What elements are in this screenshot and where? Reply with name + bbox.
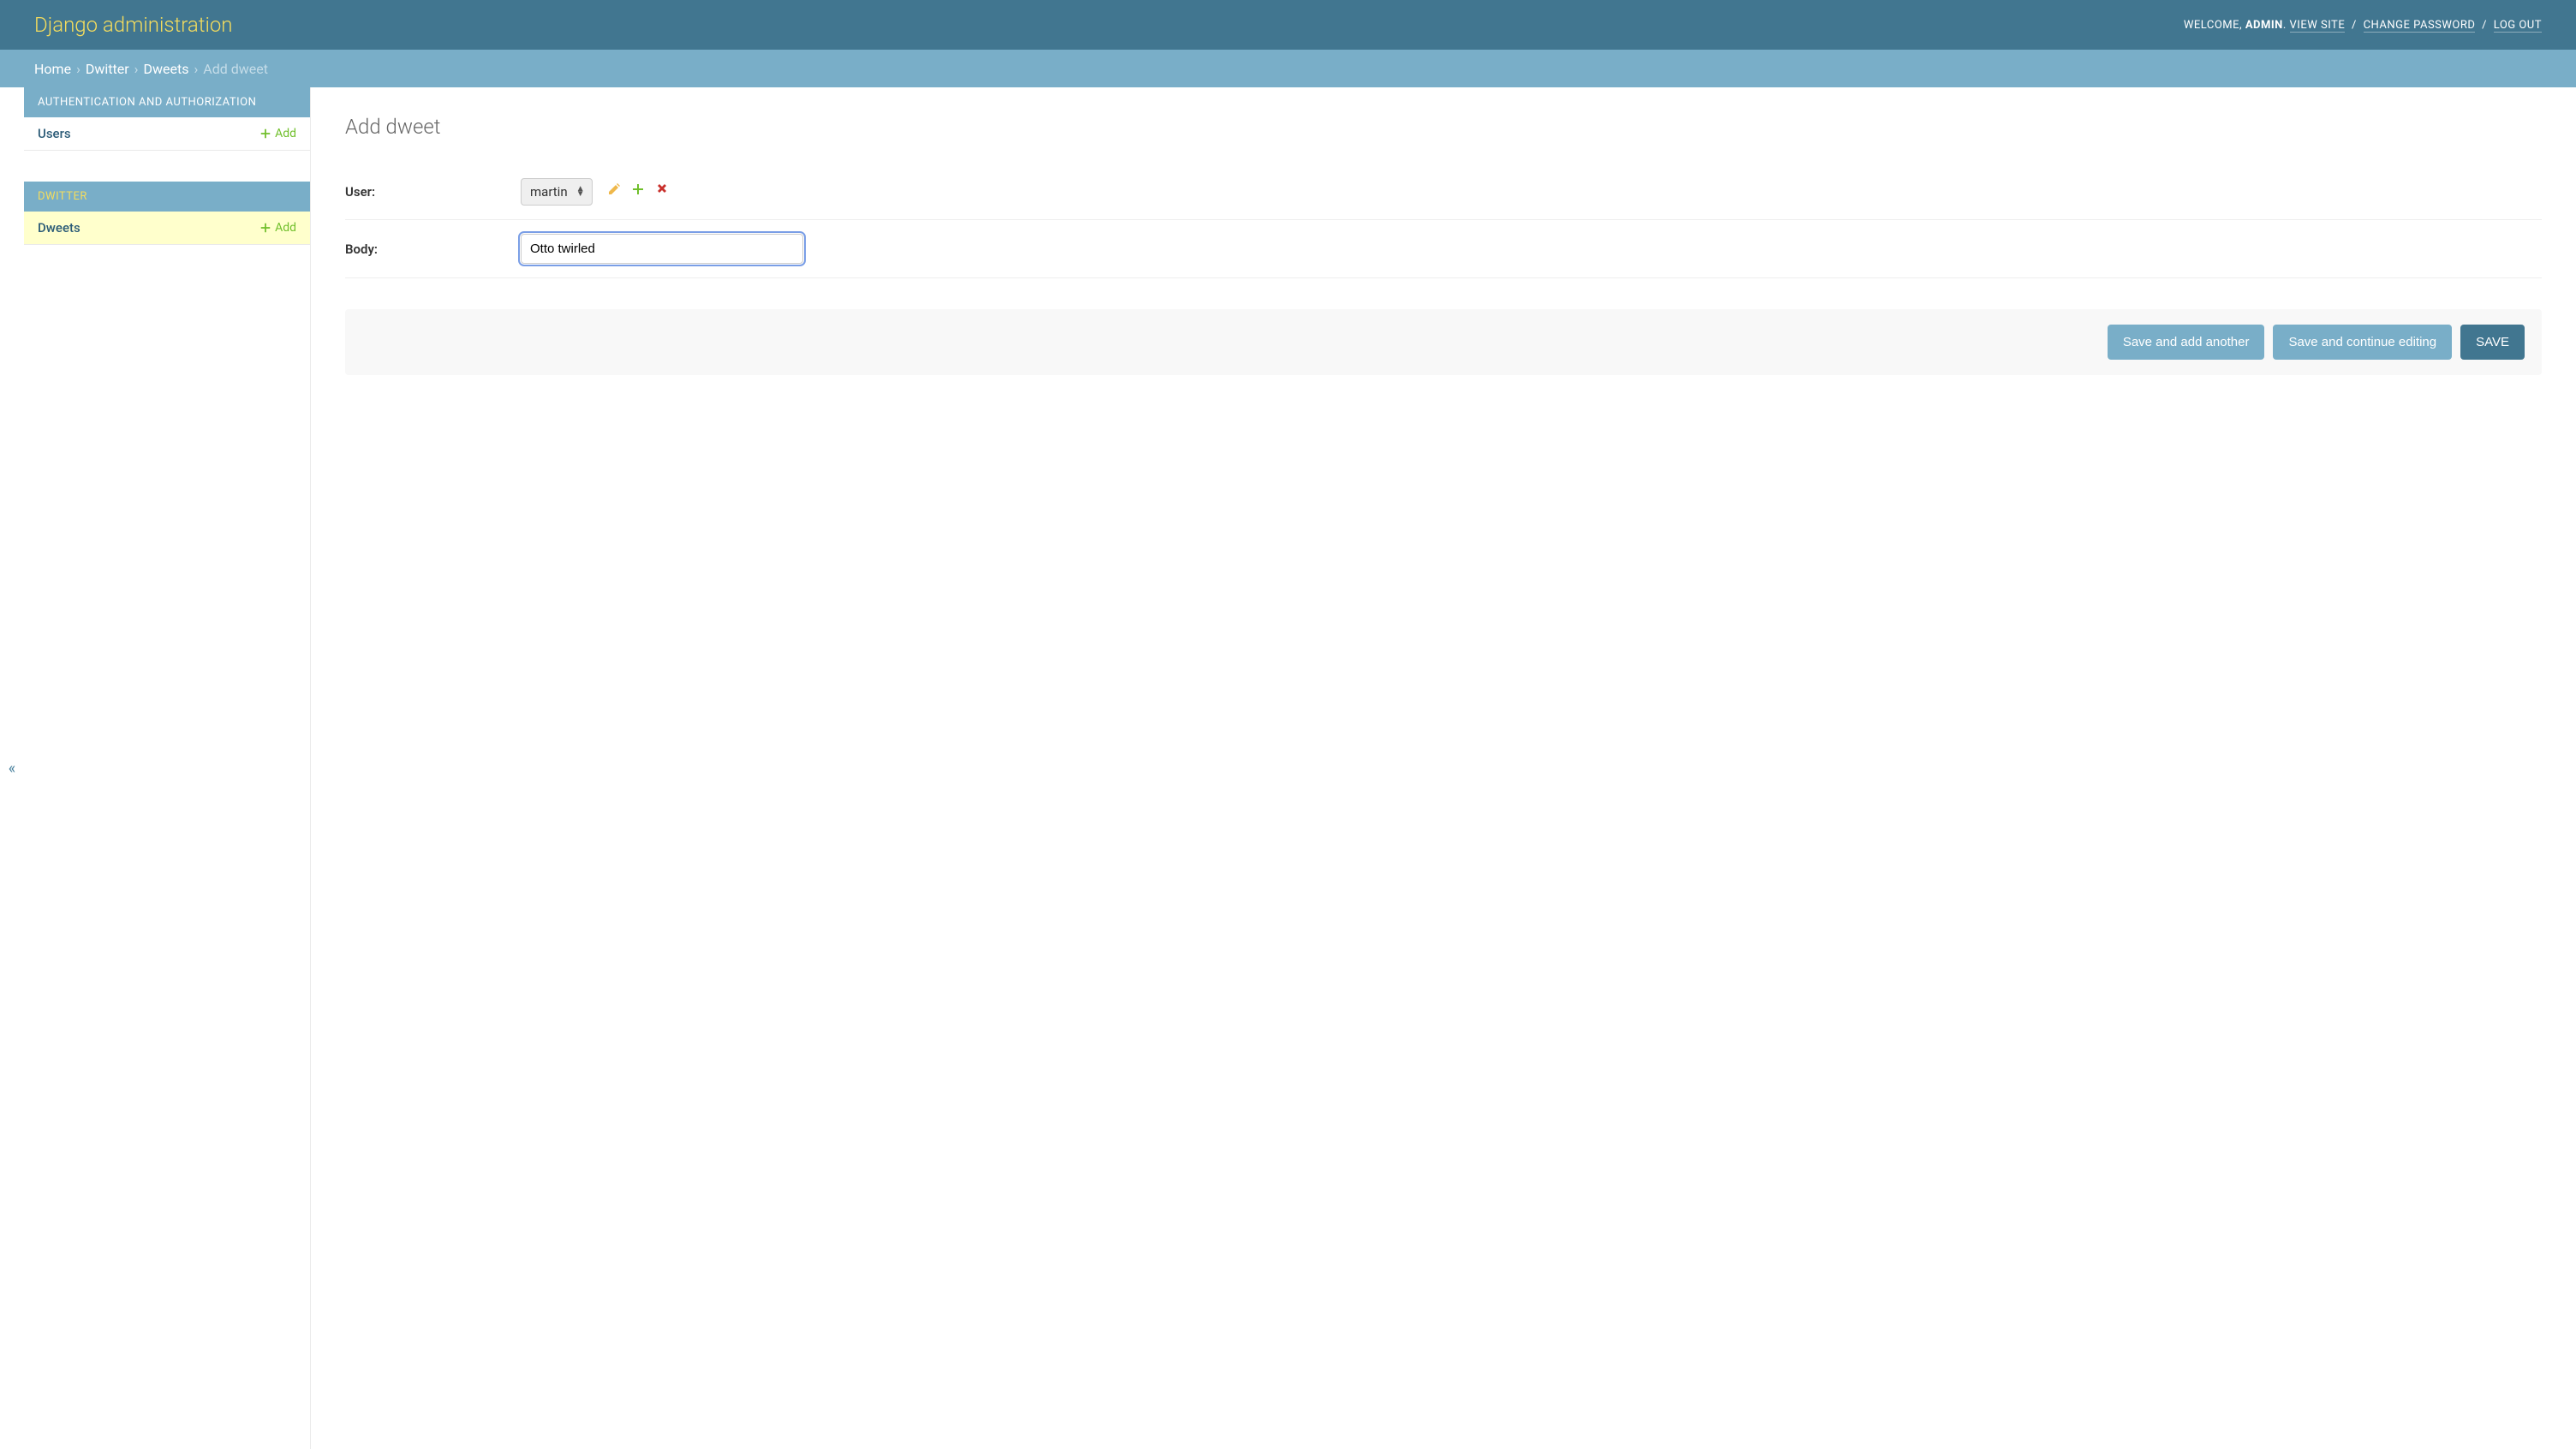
main: « AUTHENTICATION AND AUTHORIZATION Users… xyxy=(0,87,2576,1449)
sidebar-collapse-toggle[interactable]: « xyxy=(0,87,24,1449)
plus-icon xyxy=(259,128,271,140)
save-add-another-button[interactable]: Save and add another xyxy=(2108,325,2265,360)
related-icons xyxy=(607,182,669,196)
body-input[interactable] xyxy=(521,234,803,264)
save-continue-button[interactable]: Save and continue editing xyxy=(2273,325,2452,360)
sidebar-item-users: Users Add xyxy=(24,117,310,151)
body-label: Body: xyxy=(345,242,521,257)
user-tools: WELCOME, ADMIN. VIEW SITE / CHANGE PASSW… xyxy=(2184,19,2542,32)
page-title: Add dweet xyxy=(345,115,2542,139)
breadcrumb-model[interactable]: Dweets xyxy=(143,61,188,77)
sidebar-caption-auth[interactable]: AUTHENTICATION AND AUTHORIZATION xyxy=(24,87,310,117)
branding[interactable]: Django administration xyxy=(34,13,233,37)
change-password-link[interactable]: CHANGE PASSWORD xyxy=(2364,19,2476,33)
form-row-body: Body: xyxy=(345,220,2542,278)
breadcrumb-home[interactable]: Home xyxy=(34,61,71,77)
user-select[interactable]: martin ▲▼ xyxy=(521,178,593,206)
add-dweet-link[interactable]: Add xyxy=(259,221,296,235)
submit-row: Save and add another Save and continue e… xyxy=(345,309,2542,375)
welcome-text: WELCOME, xyxy=(2184,19,2242,32)
logout-link[interactable]: LOG OUT xyxy=(2494,19,2542,33)
sidebar-caption-dwitter[interactable]: DWITTER xyxy=(24,182,310,212)
sidebar-item-dweets: Dweets Add xyxy=(24,212,310,245)
add-user-link[interactable]: Add xyxy=(259,127,296,140)
content: Add dweet User: martin ▲▼ Body: Save and… xyxy=(311,87,2576,1449)
user-select-value: martin xyxy=(530,184,568,200)
header: Django administration WELCOME, ADMIN. VI… xyxy=(0,0,2576,50)
sidebar: AUTHENTICATION AND AUTHORIZATION Users A… xyxy=(24,87,311,1449)
select-caret-icon: ▲▼ xyxy=(576,187,585,197)
breadcrumb-app[interactable]: Dwitter xyxy=(86,61,129,77)
users-link[interactable]: Users xyxy=(38,126,71,141)
view-site-link[interactable]: VIEW SITE xyxy=(2290,19,2346,33)
save-button[interactable]: SAVE xyxy=(2460,325,2525,360)
plus-icon[interactable] xyxy=(631,182,645,196)
dweets-link[interactable]: Dweets xyxy=(38,220,80,236)
close-icon[interactable] xyxy=(655,182,669,196)
pencil-icon[interactable] xyxy=(607,182,621,196)
username: ADMIN xyxy=(2245,19,2283,32)
sidebar-module-dwitter: DWITTER Dweets Add xyxy=(24,182,310,245)
chevron-left-icon: « xyxy=(9,760,15,778)
user-label: User: xyxy=(345,184,521,200)
form-row-user: User: martin ▲▼ xyxy=(345,164,2542,220)
breadcrumb: Home › Dwitter › Dweets › Add dweet xyxy=(0,50,2576,87)
breadcrumb-current: Add dweet xyxy=(203,61,268,77)
sidebar-module-auth: AUTHENTICATION AND AUTHORIZATION Users A… xyxy=(24,87,310,151)
plus-icon xyxy=(259,222,271,234)
